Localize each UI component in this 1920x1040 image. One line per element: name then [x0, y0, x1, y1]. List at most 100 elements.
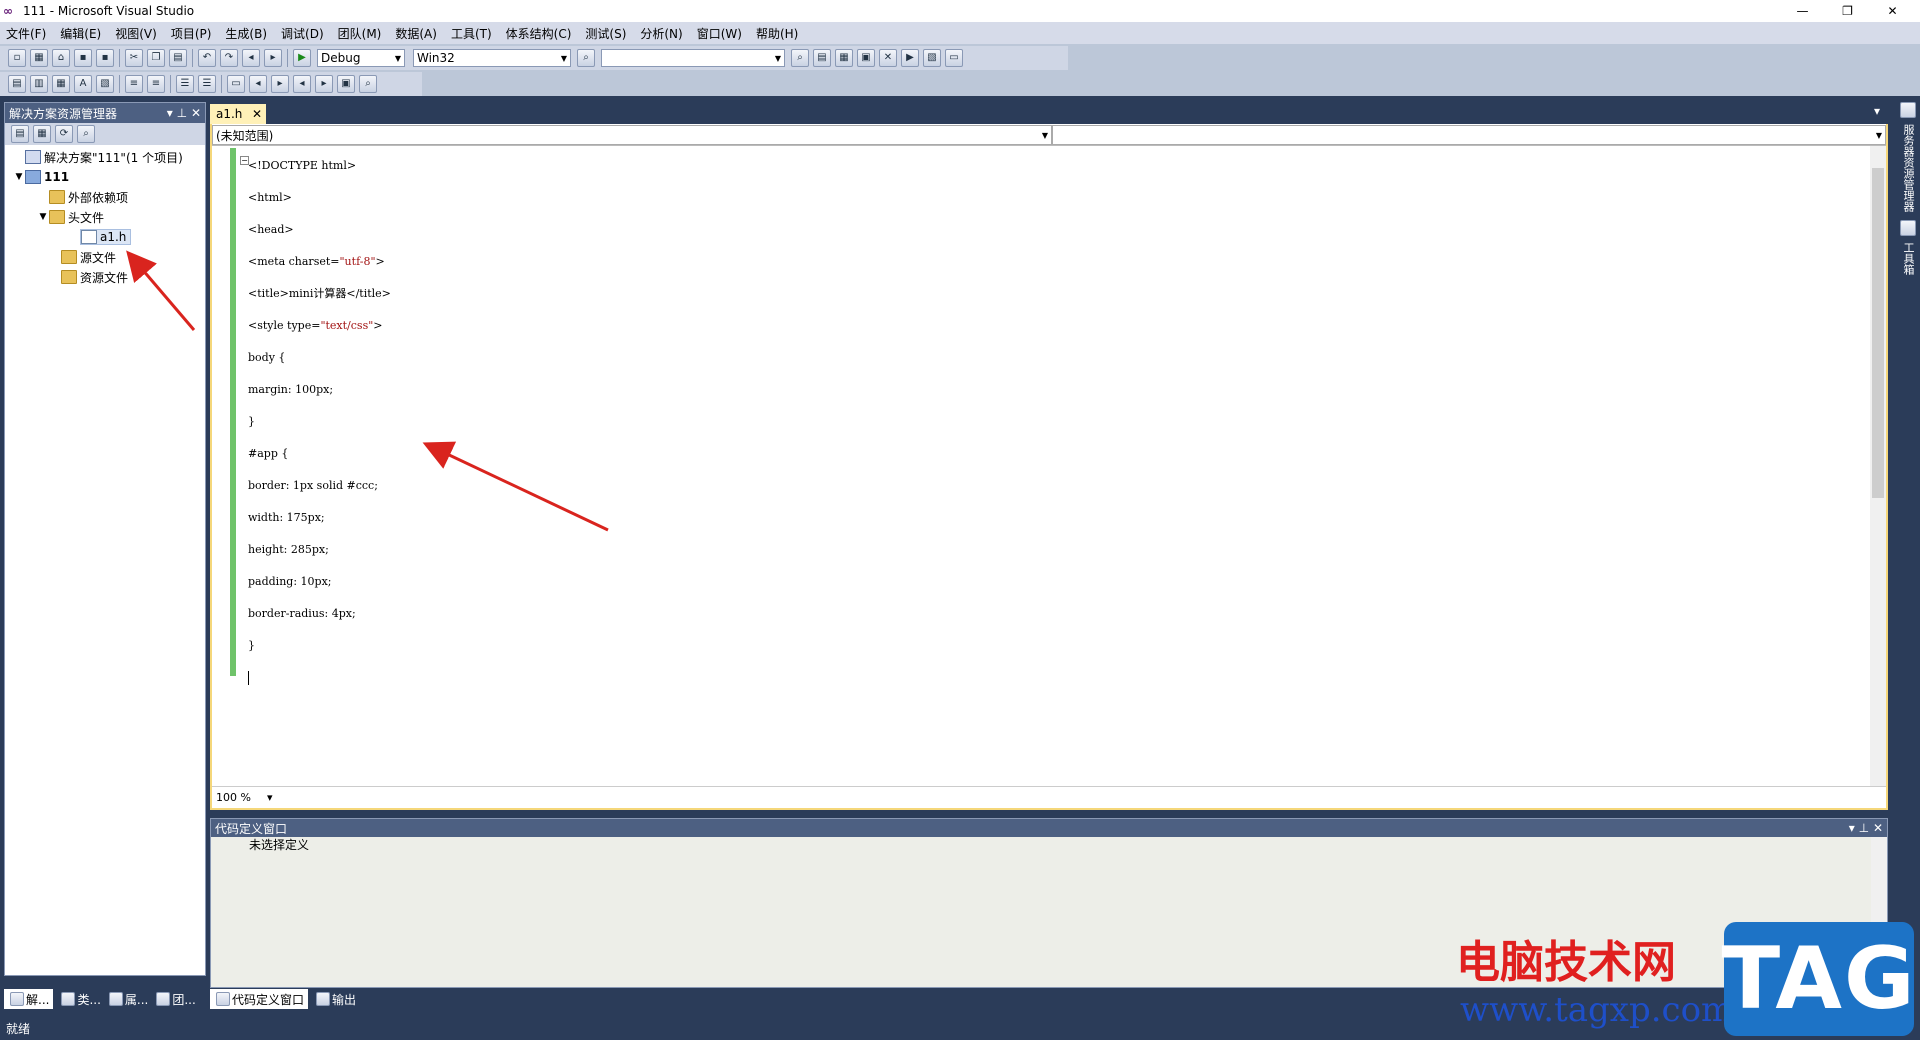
- chevron-down-icon[interactable]: ▾: [167, 106, 173, 120]
- code-line[interactable]: <!DOCTYPE html>: [248, 150, 391, 182]
- code-line[interactable]: body {: [248, 342, 391, 374]
- code-line[interactable]: }: [248, 630, 391, 662]
- menu-test[interactable]: 测试(S): [585, 25, 626, 42]
- find-results-icon[interactable]: ⌕: [359, 75, 377, 93]
- previous-bookmark-folder-icon[interactable]: ◂: [293, 75, 311, 93]
- redo-icon[interactable]: ↷: [220, 49, 238, 67]
- copy-icon[interactable]: ❐: [147, 49, 165, 67]
- code-line[interactable]: padding: 10px;: [248, 566, 391, 598]
- extension-manager-icon[interactable]: ▧: [923, 49, 941, 67]
- output-window-icon[interactable]: ▭: [945, 49, 963, 67]
- previous-bookmark-icon[interactable]: ◂: [249, 75, 267, 93]
- tab-solution-explorer[interactable]: 解...: [4, 989, 54, 1009]
- code-line[interactable]: border-radius: 4px;: [248, 598, 391, 630]
- chevron-down-icon[interactable]: ▼: [13, 172, 25, 182]
- code-text[interactable]: <!DOCTYPE html> <html> <head> <meta charset…: [248, 150, 391, 694]
- close-icon[interactable]: ✕: [252, 107, 262, 121]
- toolbox-icon[interactable]: ✕: [879, 49, 897, 67]
- menu-analyze[interactable]: 分析(N): [640, 25, 682, 42]
- close-icon[interactable]: ✕: [1873, 821, 1883, 835]
- navigate-backward-icon[interactable]: ◂: [242, 49, 260, 67]
- menu-edit[interactable]: 编辑(E): [60, 25, 101, 42]
- tree-item-header-files[interactable]: ▼ 头文件: [5, 207, 205, 227]
- scrollbar-thumb[interactable]: [1872, 168, 1884, 498]
- find-in-files-icon[interactable]: ⌕: [577, 49, 595, 67]
- tab-a1h[interactable]: a1.h ✕: [210, 104, 266, 124]
- refresh-icon[interactable]: ⟳: [55, 125, 73, 143]
- uncomment-icon[interactable]: ☰: [198, 75, 216, 93]
- close-icon[interactable]: ✕: [191, 106, 201, 120]
- undo-icon[interactable]: ↶: [198, 49, 216, 67]
- paste-icon[interactable]: ▤: [169, 49, 187, 67]
- menu-debug[interactable]: 调试(D): [281, 25, 324, 42]
- menu-build[interactable]: 生成(B): [225, 25, 267, 42]
- menu-tools[interactable]: 工具(T): [451, 25, 492, 42]
- object-browser-icon[interactable]: ▣: [857, 49, 875, 67]
- increase-indent-icon[interactable]: ≡: [147, 75, 165, 93]
- toolbox-icon[interactable]: [1900, 220, 1916, 236]
- server-explorer-icon[interactable]: [1900, 102, 1916, 118]
- tab-code-definition[interactable]: 代码定义窗口: [210, 989, 309, 1009]
- solution-platform-select[interactable]: Win32 ▼: [413, 49, 571, 67]
- chevron-down-icon[interactable]: ▾: [1849, 821, 1855, 835]
- solution-explorer-icon[interactable]: ▤: [813, 49, 831, 67]
- server-explorer-tab[interactable]: 服务器资源管理器: [1900, 124, 1916, 212]
- find-combo[interactable]: ▼: [601, 49, 785, 67]
- solution-configuration-select[interactable]: Debug ▼: [317, 49, 405, 67]
- minimize-icon[interactable]: —: [1780, 0, 1825, 22]
- menu-view[interactable]: 视图(V): [115, 25, 157, 42]
- display-object-member-list-icon[interactable]: ▤: [8, 75, 26, 93]
- tree-item-external-dependencies[interactable]: 外部依赖项: [5, 187, 205, 207]
- menu-data[interactable]: 数据(A): [395, 25, 437, 42]
- tab-property-manager[interactable]: 属...: [107, 991, 148, 1008]
- properties-icon[interactable]: ▤: [11, 125, 29, 143]
- scope-select[interactable]: (未知范围) ▼: [212, 125, 1052, 145]
- chevron-down-icon[interactable]: ▼: [37, 212, 49, 222]
- member-select[interactable]: ▼: [1052, 125, 1886, 145]
- close-icon[interactable]: ✕: [1870, 0, 1915, 22]
- tab-team-explorer[interactable]: 团...: [154, 991, 196, 1008]
- code-line[interactable]: <style type="text/css">: [248, 310, 391, 342]
- code-line[interactable]: <title>mini计算器</title>: [248, 278, 391, 310]
- code-line[interactable]: #app {: [248, 438, 391, 470]
- comment-out-icon[interactable]: ☰: [176, 75, 194, 93]
- tab-output[interactable]: 输出: [314, 991, 356, 1008]
- restore-icon[interactable]: ❐: [1825, 0, 1870, 22]
- code-line[interactable]: <head>: [248, 214, 391, 246]
- show-all-files-icon[interactable]: ▦: [33, 125, 51, 143]
- cut-icon[interactable]: ✂: [125, 49, 143, 67]
- save-icon[interactable]: ▪: [74, 49, 92, 67]
- complete-word-icon[interactable]: A: [74, 75, 92, 93]
- class-diagram-icon[interactable]: ⌕: [77, 125, 95, 143]
- tab-class-view[interactable]: 类...: [59, 991, 101, 1008]
- tree-item-solution[interactable]: 解决方案"111"(1 个项目): [5, 147, 205, 167]
- code-line[interactable]: width: 175px;: [248, 502, 391, 534]
- tree-item-a1h[interactable]: a1.h: [5, 227, 205, 247]
- tree-item-project[interactable]: ▼ 111: [5, 167, 205, 187]
- code-line[interactable]: [248, 662, 391, 694]
- tab-overflow-chevron-icon[interactable]: ▾: [1874, 104, 1880, 118]
- new-project-icon[interactable]: ▫: [8, 49, 26, 67]
- code-line[interactable]: }: [248, 406, 391, 438]
- menu-help[interactable]: 帮助(H): [756, 25, 798, 42]
- code-line[interactable]: <meta charset="utf-8">: [248, 246, 391, 278]
- menu-file[interactable]: 文件(F): [6, 25, 46, 42]
- toolbox-tab[interactable]: 工具箱: [1900, 242, 1916, 275]
- zoom-level[interactable]: 100 %: [216, 791, 251, 804]
- start-debugging-icon[interactable]: ▶: [293, 49, 311, 67]
- properties-icon[interactable]: ▦: [835, 49, 853, 67]
- clear-bookmarks-icon[interactable]: ▣: [337, 75, 355, 93]
- menu-project[interactable]: 项目(P): [171, 25, 212, 42]
- code-line[interactable]: border: 1px solid #ccc;: [248, 470, 391, 502]
- pin-icon[interactable]: ⊥: [177, 106, 187, 120]
- pin-icon[interactable]: ⊥: [1859, 821, 1869, 835]
- decrease-indent-icon[interactable]: ≡: [125, 75, 143, 93]
- open-file-icon[interactable]: ⌂: [52, 49, 70, 67]
- next-bookmark-folder-icon[interactable]: ▸: [315, 75, 333, 93]
- vertical-scrollbar[interactable]: [1870, 146, 1886, 786]
- menu-team[interactable]: 团队(M): [338, 25, 382, 42]
- start-page-icon[interactable]: ▶: [901, 49, 919, 67]
- code-line[interactable]: margin: 100px;: [248, 374, 391, 406]
- tree-item-source-files[interactable]: 源文件: [5, 247, 205, 267]
- quick-info-icon[interactable]: ▦: [52, 75, 70, 93]
